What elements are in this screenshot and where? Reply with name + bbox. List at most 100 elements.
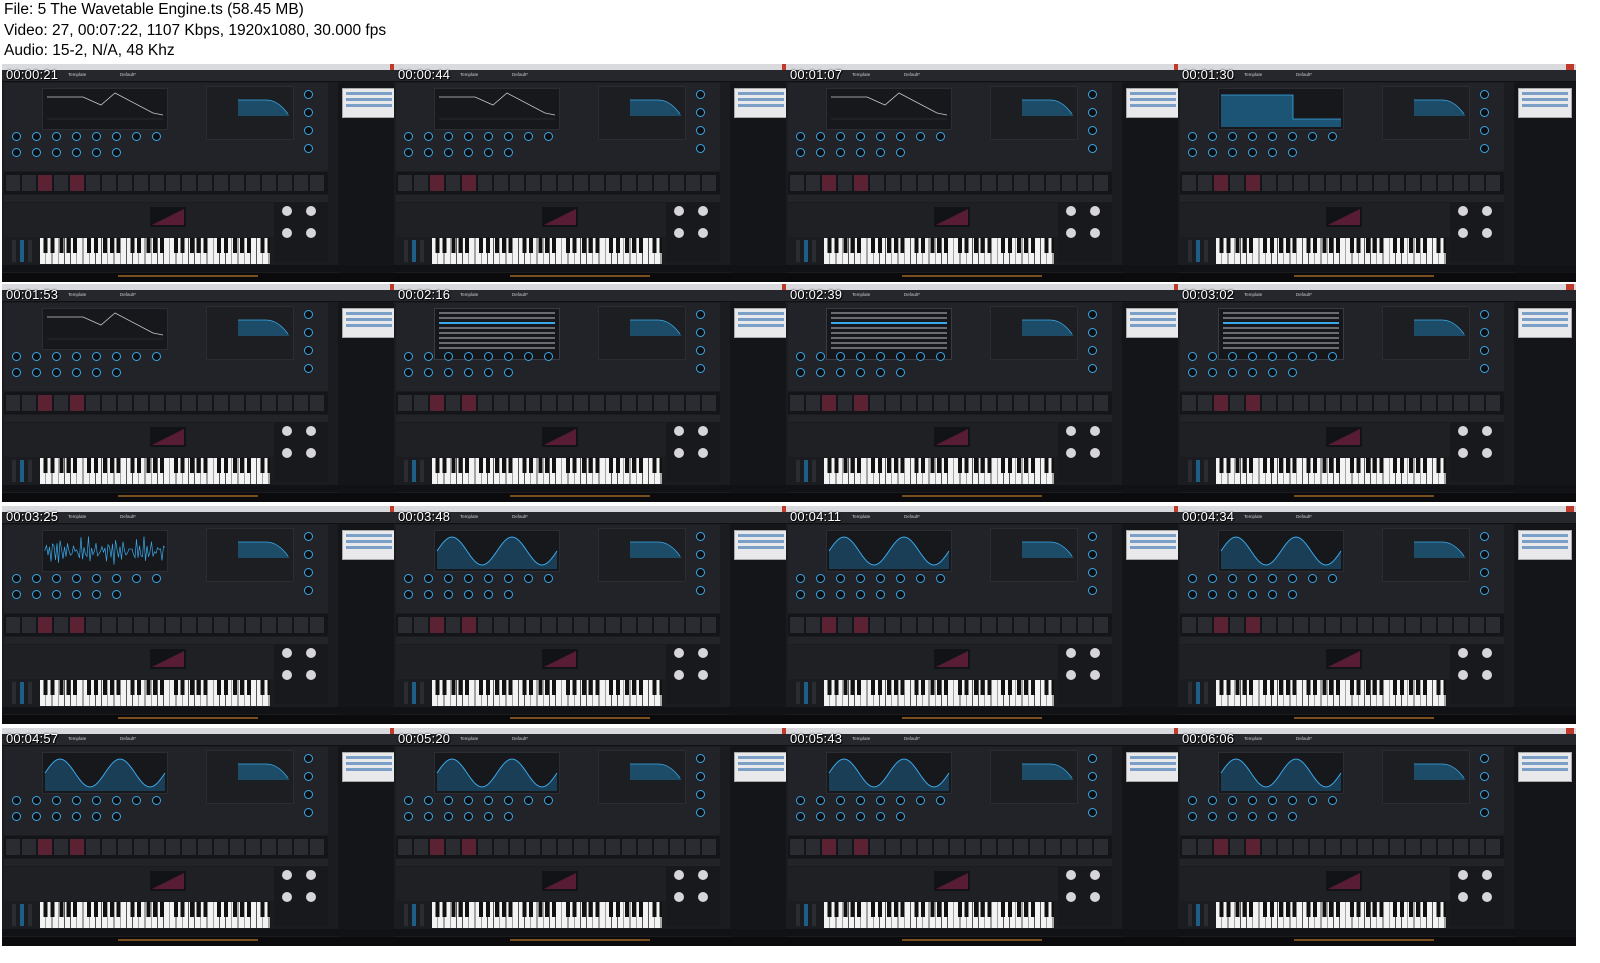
sequencer-pad [966,617,980,633]
knob-icon [1088,790,1097,799]
sequencer-pad [622,839,636,855]
knob-icon [72,812,81,821]
knob-icon [12,132,21,141]
knob-icon [936,352,945,361]
sequencer-pad [214,839,228,855]
knob-icon [524,796,533,805]
knob-icon [696,144,705,153]
sequencer-pad [198,617,212,633]
sequencer-pad [1198,395,1212,411]
sequencer-pad [622,617,636,633]
macro-knob-icon [674,892,684,902]
sequencer-pad [1470,617,1484,633]
sequencer-pad [278,839,292,855]
sequencer-pad [1214,839,1228,855]
macro-knob-icon [306,448,316,458]
sequencer-pad [1422,395,1436,411]
sequencer-pad [1078,839,1092,855]
sequencer-pad [510,175,524,191]
knob-icon [92,796,101,805]
taskbar-accent [1294,717,1434,719]
knob-icon [92,132,101,141]
video-thumbnail: 00:05:43 Template Default* [786,728,1184,946]
preset-name: Default* [1296,72,1313,77]
macro-knob-icon [1066,670,1076,680]
envelope-display [934,427,970,447]
knob-icon [876,132,885,141]
knob-icon [52,352,61,361]
macro-knob-icon [282,448,292,458]
knob-icon [32,352,41,361]
knob-icon [1268,812,1277,821]
knob-icon [132,132,141,141]
knob-icon [1188,352,1197,361]
sequencer-pad [686,395,700,411]
sequencer-pad [1310,617,1324,633]
filter-curve [1022,99,1074,116]
envelope-display [150,649,186,669]
sequencer-pad [654,175,668,191]
timestamp: 00:01:30 [1182,67,1235,82]
notification-popup [342,308,396,338]
macro-knob-icon [282,228,292,238]
sequencer-pad [806,395,820,411]
macros-panel [666,422,720,482]
knob-icon [424,352,433,361]
modulation-tabs [1180,195,1504,202]
sequencer-pad [590,617,604,633]
modulation-tabs [788,637,1112,644]
sequencer-pad [918,395,932,411]
video-thumbnail: 00:00:44 Template Default* [394,64,792,282]
status-bar [1178,707,1576,714]
sequencer-pad [1390,395,1404,411]
filter-curve [630,319,682,336]
sequencer-pad [1342,395,1356,411]
knob-icon [504,132,513,141]
knob-icon [796,368,805,377]
file-info-header: File: 5 The Wavetable Engine.ts (58.45 M… [4,0,1594,62]
sequencer-pad [686,617,700,633]
knob-icon [152,132,161,141]
sequencer-pad [966,395,980,411]
sequencer-pad [902,839,916,855]
synth-toolbar [786,512,1184,524]
sequencer-pad [918,839,932,855]
sequencer-pad [806,617,820,633]
macros-panel [274,866,328,926]
knob-icon [1188,368,1197,377]
taskbar-accent [902,495,1042,497]
status-bar [786,707,1184,714]
sequencer-pad [310,395,324,411]
wavetable-display [434,88,560,130]
knob-icon [544,796,553,805]
sequencer-pad [1094,839,1108,855]
sequencer-pad [1246,617,1260,633]
macro-knob-icon [698,870,708,880]
macro-knob-icon [1482,228,1492,238]
sequencer-pad [822,395,836,411]
knob-icon [896,352,905,361]
knob-icon [1248,796,1257,805]
knob-icon [504,812,513,821]
sequencer-pad [1422,175,1436,191]
knob-icon [876,574,885,583]
sequencer-pad [1078,617,1092,633]
knob-icon [696,754,705,763]
knob-icon [304,790,313,799]
knob-icon [1268,590,1277,599]
sequencer-pad [966,839,980,855]
knob-icon [696,90,705,99]
output-knobs [684,750,718,834]
synth-toolbar [786,734,1184,746]
sequencer-pad [182,839,196,855]
knob-icon [796,590,805,599]
timestamp: 00:00:44 [398,67,451,82]
sequencer-pad [590,395,604,411]
sequencer-pad [6,839,20,855]
macros-panel [1058,422,1112,482]
sequencer-pad [558,175,572,191]
sequencer-pad [262,839,276,855]
preset-name: Default* [1296,736,1313,741]
sequencer-pad [702,839,716,855]
knob-icon [1328,574,1337,583]
